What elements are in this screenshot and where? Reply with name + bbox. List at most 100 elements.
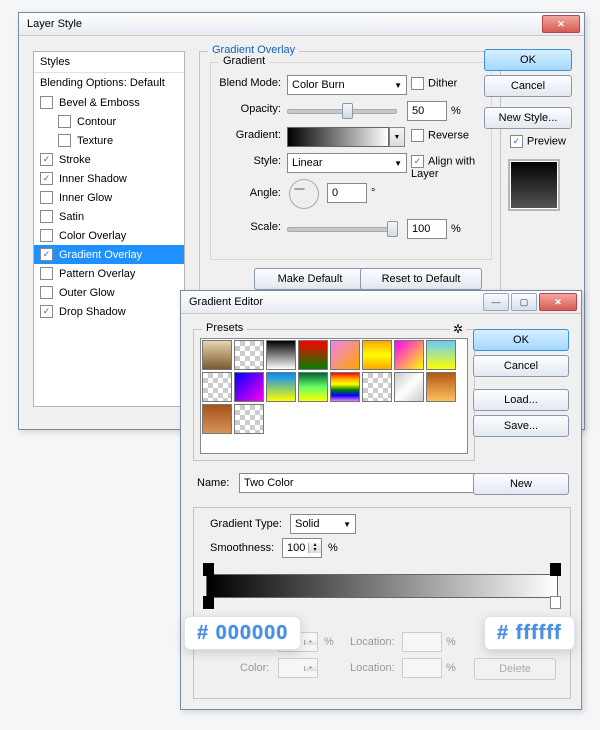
checkbox-icon[interactable]: [40, 96, 53, 109]
preset-swatch[interactable]: [266, 372, 296, 402]
scale-label: Scale:: [211, 221, 281, 233]
load-button[interactable]: Load...: [473, 389, 569, 411]
opacity-slider[interactable]: [287, 101, 397, 119]
checkbox-icon[interactable]: [40, 153, 53, 166]
preset-swatch[interactable]: [362, 340, 392, 370]
type-value: Solid: [295, 518, 319, 530]
preset-swatch[interactable]: [202, 404, 232, 434]
maximize-icon[interactable]: ▢: [511, 293, 537, 311]
color-stop-left[interactable]: [203, 596, 214, 609]
reset-default-button[interactable]: Reset to Default: [360, 268, 482, 290]
reverse-checkbox[interactable]: Reverse: [411, 129, 469, 142]
color-stop-right[interactable]: [550, 596, 561, 609]
close-icon[interactable]: ✕: [542, 15, 580, 33]
preset-swatch[interactable]: [234, 340, 264, 370]
preset-swatch[interactable]: [234, 404, 264, 434]
layer-style-titlebar[interactable]: Layer Style ✕: [19, 13, 584, 36]
style-item[interactable]: Contour: [34, 112, 184, 131]
opacity-stop-right[interactable]: [550, 563, 561, 576]
location-field-1: [402, 632, 442, 652]
gradient-picker[interactable]: [287, 127, 389, 147]
checkbox-icon[interactable]: [40, 210, 53, 223]
preset-swatch[interactable]: [426, 340, 456, 370]
name-value: Two Color: [244, 477, 294, 489]
preset-swatch[interactable]: [426, 372, 456, 402]
checkbox-icon[interactable]: [40, 172, 53, 185]
style-item-label: Texture: [77, 135, 113, 147]
cancel-button[interactable]: Cancel: [484, 75, 572, 97]
preset-swatch[interactable]: [362, 372, 392, 402]
style-item[interactable]: Drop Shadow: [34, 302, 184, 321]
preset-swatch[interactable]: [202, 372, 232, 402]
angle-label: Angle:: [211, 187, 281, 199]
ok-button[interactable]: OK: [484, 49, 572, 71]
style-item-label: Bevel & Emboss: [59, 97, 140, 109]
angle-field[interactable]: 0: [327, 183, 367, 203]
preset-swatch[interactable]: [298, 372, 328, 402]
preset-grid[interactable]: [201, 339, 467, 453]
style-item[interactable]: Texture: [34, 131, 184, 150]
gear-icon[interactable]: ✲: [450, 322, 466, 336]
preview-checkbox[interactable]: Preview: [510, 135, 566, 148]
minimize-icon[interactable]: —: [483, 293, 509, 311]
checkbox-icon[interactable]: [58, 115, 71, 128]
new-style-button[interactable]: New Style...: [484, 107, 572, 129]
checkbox-icon[interactable]: [40, 191, 53, 204]
checkbox-icon[interactable]: [40, 286, 53, 299]
ge-ok-button[interactable]: OK: [473, 329, 569, 351]
new-button[interactable]: New: [473, 473, 569, 495]
name-input[interactable]: Two Color: [239, 473, 479, 493]
scale-slider[interactable]: [287, 219, 397, 237]
smoothness-field[interactable]: 100▴▾: [282, 538, 322, 558]
preset-swatch[interactable]: [298, 340, 328, 370]
preset-swatch[interactable]: [330, 372, 360, 402]
style-item[interactable]: Inner Glow: [34, 188, 184, 207]
save-button[interactable]: Save...: [473, 415, 569, 437]
opacity-stop-left[interactable]: [203, 563, 214, 576]
style-item[interactable]: Color Overlay: [34, 226, 184, 245]
gradient-label: Gradient:: [211, 129, 281, 141]
preset-swatch[interactable]: [394, 340, 424, 370]
checkbox-icon[interactable]: [40, 248, 53, 261]
preset-swatch[interactable]: [394, 372, 424, 402]
type-dropdown[interactable]: Solid▼: [290, 514, 356, 534]
ge-cancel-button[interactable]: Cancel: [473, 355, 569, 377]
gradient-bar[interactable]: [206, 574, 558, 598]
make-default-button[interactable]: Make Default: [254, 268, 366, 290]
style-item[interactable]: Bevel & Emboss: [34, 93, 184, 112]
style-item-label: Drop Shadow: [59, 306, 126, 318]
gradient-editor-titlebar[interactable]: Gradient Editor — ▢ ✕: [181, 291, 581, 314]
style-item[interactable]: Pattern Overlay: [34, 264, 184, 283]
styles-header[interactable]: Styles: [34, 52, 184, 73]
gradient-dropdown-arrow[interactable]: ▼: [389, 127, 405, 147]
angle-dial[interactable]: [289, 179, 319, 209]
style-item[interactable]: Gradient Overlay: [34, 245, 184, 264]
preset-swatch[interactable]: [330, 340, 360, 370]
checkbox-icon[interactable]: [40, 229, 53, 242]
blending-options[interactable]: Blending Options: Default: [34, 73, 184, 93]
checkbox-icon[interactable]: [40, 267, 53, 280]
smoothness-pct: %: [328, 542, 338, 554]
blend-mode-dropdown[interactable]: Color Burn▼: [287, 75, 407, 95]
checkbox-icon[interactable]: [58, 134, 71, 147]
style-item[interactable]: Inner Shadow: [34, 169, 184, 188]
preset-swatch[interactable]: [202, 340, 232, 370]
preset-swatch[interactable]: [266, 340, 296, 370]
color-stop-field: ▸: [278, 658, 318, 678]
smoothness-value: 100: [283, 542, 308, 554]
opacity-field[interactable]: 50: [407, 101, 447, 121]
style-item-label: Pattern Overlay: [59, 268, 135, 280]
style-item[interactable]: Stroke: [34, 150, 184, 169]
close-icon[interactable]: ✕: [539, 293, 577, 311]
preset-swatch[interactable]: [234, 372, 264, 402]
align-checkbox[interactable]: Align with Layer: [411, 155, 491, 180]
scale-field[interactable]: 100: [407, 219, 447, 239]
spinner-icon: ▸: [304, 640, 317, 645]
checkbox-icon[interactable]: [40, 305, 53, 318]
style-item[interactable]: Satin: [34, 207, 184, 226]
style-item[interactable]: Outer Glow: [34, 283, 184, 302]
dither-checkbox[interactable]: Dither: [411, 77, 457, 90]
style-dropdown[interactable]: Linear▼: [287, 153, 407, 173]
style-item-label: Satin: [59, 211, 84, 223]
spinner-icon[interactable]: ▴▾: [308, 543, 321, 553]
